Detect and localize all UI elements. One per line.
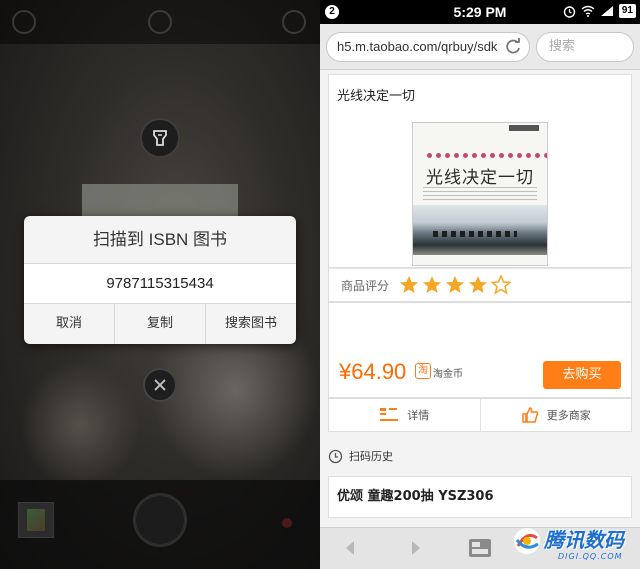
browser-screen: 2 5:29 PM 91 h5.m.taobao.com/qrbuy/sdk 搜… <box>320 0 640 569</box>
isbn-value: 9787115315434 <box>24 264 296 304</box>
scanner-top-bar <box>0 0 320 44</box>
product-tabs: 详情 更多商家 <box>328 398 632 432</box>
forward-arrow-icon[interactable] <box>408 538 424 558</box>
camera-background <box>20 360 140 490</box>
book-cover-photo <box>413 204 547 255</box>
address-bar[interactable]: h5.m.taobao.com/qrbuy/sdk <box>326 32 530 62</box>
clock-icon <box>328 449 343 463</box>
refresh-icon[interactable] <box>503 37 523 57</box>
cancel-button[interactable]: 取消 <box>24 304 115 344</box>
taobao-coin-icon: 淘 <box>415 363 431 379</box>
shutter-button[interactable] <box>133 493 187 547</box>
flashlight-icon <box>153 130 167 146</box>
search-input[interactable]: 搜索 <box>536 32 634 62</box>
flashlight-button[interactable] <box>140 118 180 158</box>
star-filled-icon <box>423 276 442 293</box>
book-cover-image[interactable]: 光线决定一切 <box>412 121 548 266</box>
buy-button[interactable]: 去购买 <box>543 361 621 389</box>
copy-button[interactable]: 复制 <box>115 304 206 344</box>
record-icon[interactable] <box>282 518 292 528</box>
back-icon[interactable] <box>12 10 36 34</box>
book-cover-decoration <box>509 124 539 131</box>
book-cover-dots <box>427 152 547 158</box>
search-book-button[interactable]: 搜索图书 <box>206 304 296 344</box>
rating-row: 商品评分 <box>328 268 632 302</box>
browser-toolbar: h5.m.taobao.com/qrbuy/sdk 搜索 <box>320 24 640 70</box>
back-arrow-icon[interactable] <box>342 538 358 558</box>
tabs-icon[interactable] <box>468 538 492 558</box>
details-icon <box>380 408 399 421</box>
star-filled-icon <box>446 276 465 293</box>
gallery-thumbnail[interactable] <box>18 502 54 538</box>
star-filled-icon <box>400 276 419 293</box>
tab-details-label: 详情 <box>407 409 430 422</box>
dialog-title: 扫描到 ISBN 图书 <box>24 216 296 264</box>
alarm-icon <box>563 5 576 18</box>
price-value: ¥64.90 <box>339 359 407 384</box>
price-card: ¥64.90 淘 淘金币 去购买 <box>328 302 632 398</box>
taobao-coin-label: 淘金币 <box>433 369 463 380</box>
product-title: 光线决定一切 <box>328 74 632 120</box>
tab-more-sellers[interactable]: 更多商家 <box>481 399 632 431</box>
watermark-subtext: DIGI.QQ.COM <box>558 552 623 561</box>
watermark-logo <box>514 528 540 554</box>
history-list-item[interactable]: 优颂 童趣200抽 YSZ306 <box>328 476 632 518</box>
book-cover-title: 光线决定一切 <box>426 167 534 188</box>
rating-label: 商品评分 <box>341 278 390 293</box>
isbn-dialog: 扫描到 ISBN 图书 9787115315434 取消 复制 搜索图书 <box>24 216 296 344</box>
rating-stars <box>399 275 514 295</box>
star-filled-icon <box>469 276 488 293</box>
battery-level: 91 <box>618 4 636 18</box>
wifi-icon <box>581 5 595 17</box>
scan-history-title: 扫码历史 <box>349 450 393 463</box>
tab-more-sellers-label: 更多商家 <box>546 409 591 422</box>
watermark: 腾讯数码 DIGI.QQ.COM <box>508 522 640 569</box>
watermark-text: 腾讯数码 <box>544 528 624 552</box>
thumbs-up-icon <box>522 407 538 423</box>
product-image-card: 光线决定一切 <box>328 120 632 268</box>
menu-icon[interactable] <box>282 10 306 34</box>
close-icon <box>154 379 166 391</box>
settings-icon[interactable] <box>148 10 172 34</box>
signal-icon <box>600 6 613 16</box>
close-scanner-button[interactable] <box>143 368 177 402</box>
status-bar: 2 5:29 PM 91 <box>320 0 640 24</box>
star-empty-icon <box>491 275 512 295</box>
tab-details[interactable]: 详情 <box>329 399 481 431</box>
scan-viewfinder <box>82 184 238 218</box>
scan-history-header: 扫码历史 <box>328 448 393 464</box>
address-text: h5.m.taobao.com/qrbuy/sdk <box>337 39 498 54</box>
book-cover-text-lines <box>423 186 537 201</box>
scanner-screen: 扫描到 ISBN 图书 9787115315434 取消 复制 搜索图书 <box>0 0 320 569</box>
